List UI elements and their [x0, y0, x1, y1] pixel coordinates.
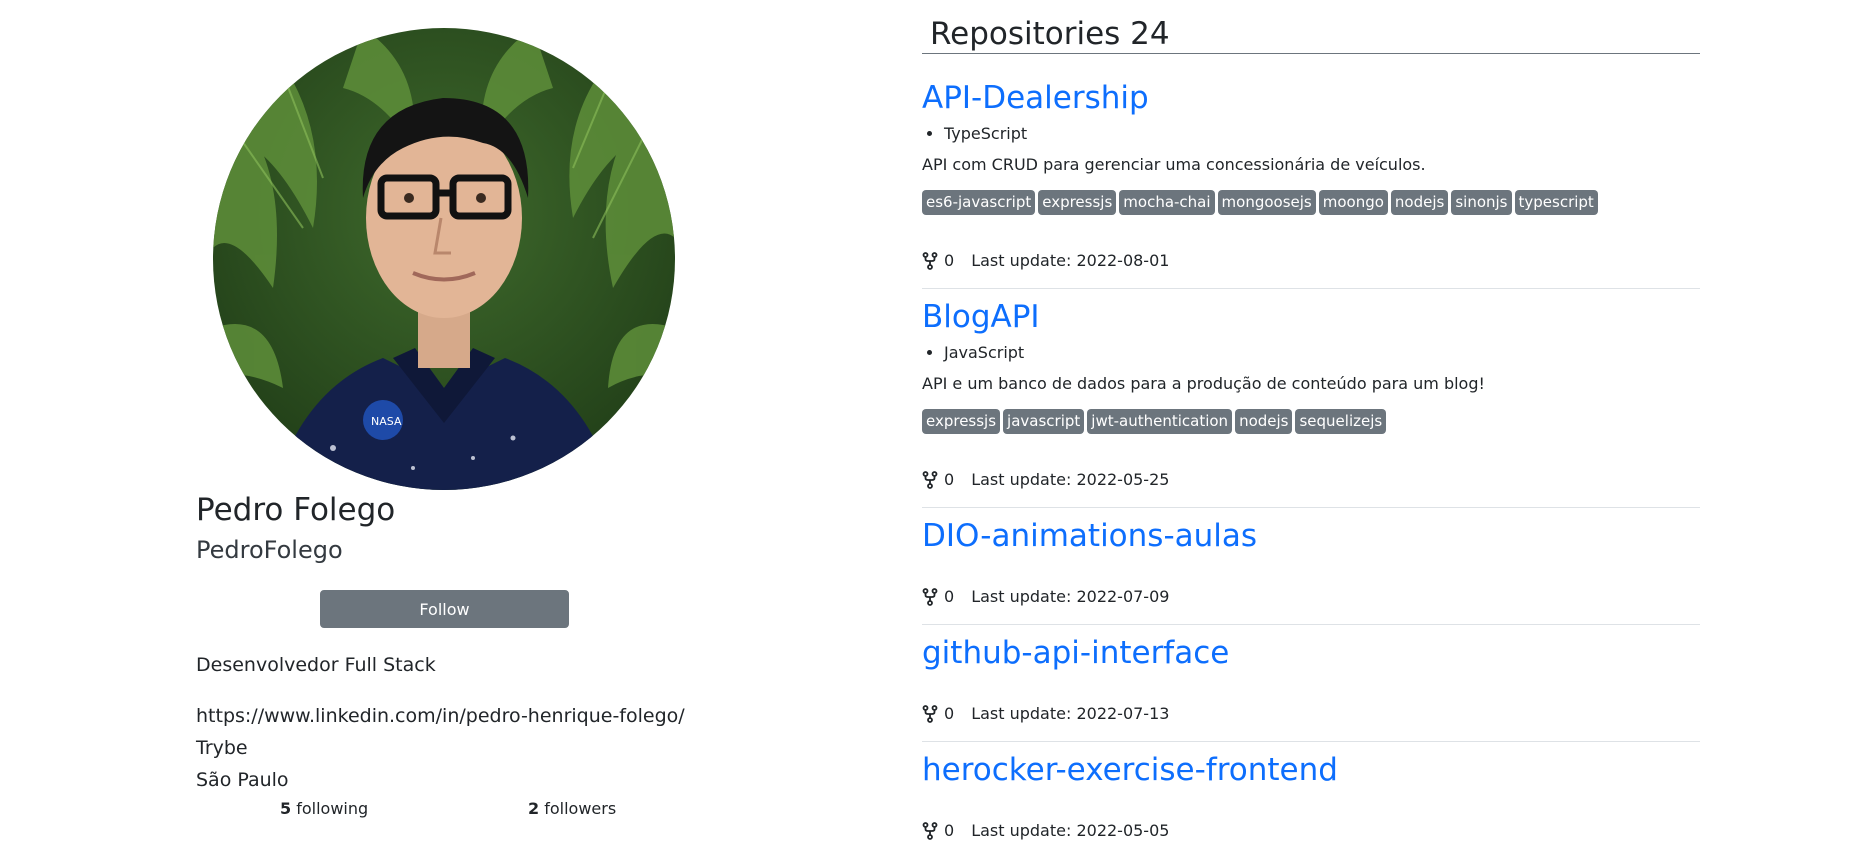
- repository-language: JavaScript: [944, 342, 1700, 364]
- repo-forked-icon: [922, 252, 938, 270]
- topic-badge[interactable]: expressjs: [922, 409, 1001, 434]
- repo-forked-icon: [922, 471, 938, 489]
- profile-login: PedroFolego: [196, 536, 343, 564]
- repositories-title: Repositories 24: [922, 0, 1700, 54]
- followers-count[interactable]: 2 followers: [528, 797, 616, 821]
- topic-badge[interactable]: nodejs: [1390, 190, 1449, 215]
- followers-label: followers: [544, 799, 617, 818]
- following-number: 5: [280, 799, 292, 818]
- repositories-panel: Repositories 24 API-Dealership TypeScrip…: [922, 0, 1700, 858]
- topic-list: expressjs javascript jwt-authentication …: [922, 409, 1700, 435]
- following-label: following: [296, 799, 369, 818]
- repository-meta: 0 Last update: 2022-05-25: [922, 469, 1700, 507]
- topic-badge[interactable]: sequelizejs: [1295, 409, 1387, 434]
- profile-info: https://www.linkedin.com/in/pedro-henriq…: [196, 700, 685, 796]
- profile-bio: Desenvolvedor Full Stack: [196, 654, 436, 676]
- repository-item: github-api-interface 0 Last update: 2022…: [922, 625, 1700, 742]
- fork-count: 0: [944, 587, 955, 606]
- repository-name-link[interactable]: github-api-interface: [922, 633, 1229, 673]
- repository-list: API-Dealership TypeScript API com CRUD p…: [922, 54, 1700, 858]
- fork-count: 0: [944, 470, 955, 489]
- following-count[interactable]: 5 following: [280, 797, 368, 821]
- fork-count: 0: [944, 251, 955, 270]
- last-update: Last update: 2022-05-05: [971, 821, 1170, 840]
- repository-meta: 0 Last update: 2022-08-01: [922, 250, 1700, 288]
- last-update: Last update: 2022-05-25: [971, 470, 1170, 489]
- repository-meta: 0 Last update: 2022-07-13: [922, 703, 1700, 741]
- repository-meta: 0 Last update: 2022-07-09: [922, 586, 1700, 624]
- repository-item: BlogAPI JavaScript API e um banco de dad…: [922, 289, 1700, 508]
- topic-badge[interactable]: moongo: [1318, 190, 1388, 215]
- repo-forked-icon: [922, 705, 938, 723]
- avatar: NASA: [213, 28, 675, 490]
- svg-text:NASA: NASA: [371, 415, 402, 428]
- profile-blog-link[interactable]: https://www.linkedin.com/in/pedro-henriq…: [196, 700, 685, 732]
- topic-badge[interactable]: typescript: [1514, 190, 1598, 215]
- language-list: JavaScript: [922, 342, 1700, 364]
- topic-badge[interactable]: nodejs: [1235, 409, 1293, 434]
- avatar-photo: NASA: [213, 28, 675, 490]
- last-update: Last update: 2022-07-13: [971, 704, 1170, 723]
- repository-language: TypeScript: [944, 123, 1700, 145]
- repository-name-link[interactable]: BlogAPI: [922, 297, 1040, 337]
- profile-panel: NASA Pedro Folego PedroFolego Follow Des…: [0, 0, 900, 868]
- topic-badge[interactable]: mongoosejs: [1217, 190, 1316, 215]
- profile-location: São Paulo: [196, 769, 289, 791]
- repository-item: DIO-animations-aulas 0 Last update: 2022…: [922, 508, 1700, 625]
- last-update: Last update: 2022-08-01: [971, 251, 1170, 270]
- topic-badge[interactable]: expressjs: [1038, 190, 1117, 215]
- repository-description: API com CRUD para gerenciar uma concessi…: [922, 155, 1426, 174]
- repository-item: API-Dealership TypeScript API com CRUD p…: [922, 54, 1700, 289]
- profile-name: Pedro Folego: [196, 492, 396, 528]
- repository-name-link[interactable]: DIO-animations-aulas: [922, 516, 1257, 556]
- topic-badge[interactable]: javascript: [1003, 409, 1085, 434]
- topic-badge[interactable]: mocha-chai: [1119, 190, 1215, 215]
- repository-description: API e um banco de dados para a produção …: [922, 374, 1485, 393]
- fork-count: 0: [944, 704, 955, 723]
- repository-name-link[interactable]: API-Dealership: [922, 78, 1149, 118]
- followers-number: 2: [528, 799, 540, 818]
- repository-name-link[interactable]: herocker-exercise-frontend: [922, 750, 1338, 790]
- last-update: Last update: 2022-07-09: [971, 587, 1170, 606]
- repo-forked-icon: [922, 822, 938, 840]
- profile-company: Trybe: [196, 737, 248, 759]
- topic-badge[interactable]: es6-javascript: [922, 190, 1036, 215]
- language-list: TypeScript: [922, 123, 1700, 145]
- repository-item: herocker-exercise-frontend 0 Last update…: [922, 742, 1700, 858]
- repo-forked-icon: [922, 588, 938, 606]
- fork-count: 0: [944, 821, 955, 840]
- follow-button[interactable]: Follow: [320, 590, 569, 628]
- topic-badge[interactable]: sinonjs: [1451, 190, 1512, 215]
- topic-list: es6-javascript expressjs mocha-chai mong…: [922, 190, 1700, 216]
- repository-meta: 0 Last update: 2022-05-05: [922, 820, 1700, 858]
- topic-badge[interactable]: jwt-authentication: [1087, 409, 1233, 434]
